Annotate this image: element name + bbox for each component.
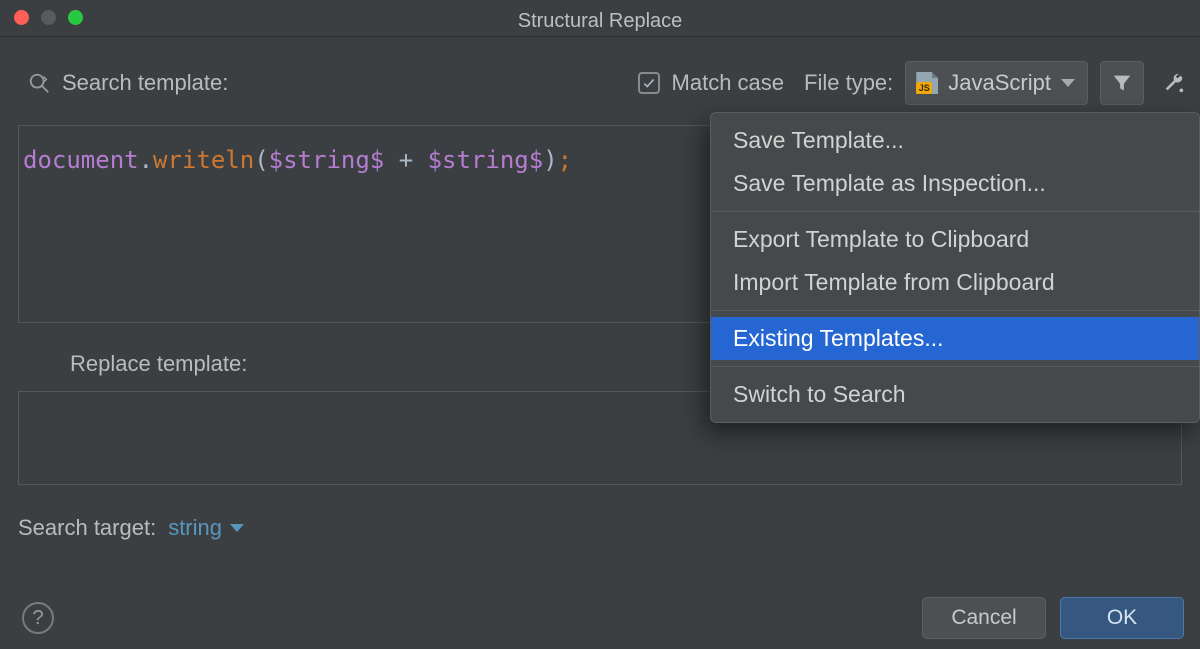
dialog-footer: ? Cancel OK xyxy=(0,597,1200,639)
file-type-label: File type: xyxy=(804,70,893,96)
menu-separator xyxy=(711,366,1199,367)
menu-item-existing-templates[interactable]: Existing Templates... xyxy=(711,317,1199,360)
menu-separator xyxy=(711,211,1199,212)
ok-button[interactable]: OK xyxy=(1060,597,1184,639)
maximize-window-button[interactable] xyxy=(68,10,83,25)
structural-replace-dialog: Structural Replace Search template: Matc… xyxy=(0,0,1200,649)
menu-item-import-clipboard[interactable]: Import Template from Clipboard xyxy=(711,261,1199,304)
close-window-button[interactable] xyxy=(14,10,29,25)
menu-item-switch-to-search[interactable]: Switch to Search xyxy=(711,373,1199,416)
tools-menu-button[interactable] xyxy=(1156,61,1192,105)
filter-button[interactable] xyxy=(1100,61,1144,105)
menu-item-export-clipboard[interactable]: Export Template to Clipboard xyxy=(711,218,1199,261)
menu-item-save-template[interactable]: Save Template... xyxy=(711,119,1199,162)
replace-template-label: Replace template: xyxy=(70,351,247,376)
search-options-row: Search template: Match case File type: J… xyxy=(0,37,1200,121)
match-case-checkbox[interactable] xyxy=(638,72,660,94)
search-target-row: Search target: string xyxy=(0,485,1200,541)
search-target-dropdown[interactable]: string xyxy=(168,515,244,541)
match-case-label: Match case xyxy=(672,70,785,96)
menu-separator xyxy=(711,310,1199,311)
help-button[interactable]: ? xyxy=(22,602,54,634)
title-bar: Structural Replace xyxy=(0,0,1200,36)
cancel-button[interactable]: Cancel xyxy=(922,597,1046,639)
funnel-icon xyxy=(1111,72,1133,94)
window-controls xyxy=(14,10,83,25)
search-template-label: Search template: xyxy=(62,70,228,96)
chevron-down-icon xyxy=(1061,79,1075,87)
window-title: Structural Replace xyxy=(0,4,1200,33)
search-target-label: Search target: xyxy=(18,515,156,541)
search-icon xyxy=(28,72,50,94)
wrench-icon xyxy=(1163,72,1185,94)
file-type-value: JavaScript xyxy=(948,70,1051,96)
file-type-dropdown[interactable]: JS JavaScript xyxy=(905,61,1088,105)
chevron-down-icon xyxy=(230,524,244,532)
javascript-file-icon: JS xyxy=(916,72,938,94)
tools-popup-menu: Save Template... Save Template as Inspec… xyxy=(710,112,1200,423)
search-target-value: string xyxy=(168,515,222,541)
menu-item-save-as-inspection[interactable]: Save Template as Inspection... xyxy=(711,162,1199,205)
minimize-window-button[interactable] xyxy=(41,10,56,25)
